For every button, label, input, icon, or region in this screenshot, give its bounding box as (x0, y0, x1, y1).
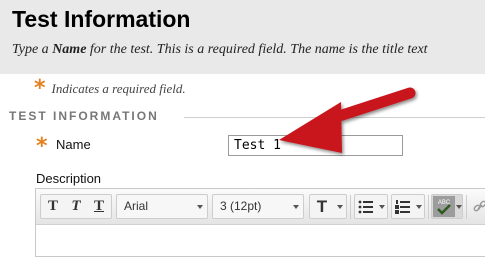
description-editor[interactable]: T T T Arial 3 (12pt) T ABC (35, 188, 485, 257)
section-divider (184, 117, 485, 118)
chevron-down-icon (379, 205, 385, 209)
bullet-list-icon (358, 200, 373, 214)
instructions-bold: Name (52, 42, 87, 57)
instructions-post: for the test. This is a required field. … (86, 42, 428, 57)
text-color-button[interactable]: T (309, 194, 347, 219)
numbered-list-icon (395, 200, 410, 214)
editor-toolbar: T T T Arial 3 (12pt) T ABC (36, 189, 485, 225)
bullet-list-button[interactable] (354, 194, 388, 219)
link-icon[interactable] (473, 200, 485, 214)
chevron-down-icon (416, 205, 422, 209)
instructions-pre: Type a (12, 42, 53, 57)
description-label: Description (36, 171, 102, 186)
text-style-group: T T T (40, 194, 112, 219)
font-family-value: Arial (124, 199, 149, 213)
toolbar-separator (350, 195, 351, 219)
underline-button[interactable]: T (88, 196, 110, 217)
chevron-down-icon (197, 205, 203, 209)
spellcheck-icon: ABC (433, 196, 455, 217)
font-size-value: 3 (12pt) (220, 199, 262, 213)
font-family-select[interactable]: Arial (116, 194, 208, 219)
chevron-down-icon (293, 205, 299, 209)
required-legend-text: Indicates a required field. (51, 81, 186, 96)
chevron-down-icon (456, 205, 462, 209)
required-star-icon: * (34, 76, 46, 101)
page-title: Test Information (12, 6, 191, 32)
numbered-list-button[interactable] (391, 194, 425, 219)
bold-button[interactable]: T (42, 196, 64, 217)
page-header: Test Information Type a Name for the tes… (0, 0, 485, 74)
name-required-star-icon: * (36, 134, 48, 159)
name-label: Name (56, 137, 91, 152)
section-heading: TEST INFORMATION (9, 109, 159, 123)
spellcheck-button[interactable]: ABC (431, 194, 463, 219)
toolbar-separator (466, 195, 467, 219)
chevron-down-icon (337, 205, 343, 209)
instructions-text: Type a Name for the test. This is a requ… (12, 42, 485, 58)
name-input[interactable] (228, 135, 403, 156)
font-size-select[interactable]: 3 (12pt) (212, 194, 304, 219)
required-legend: * Indicates a required field. (34, 76, 186, 101)
toolbar-separator (428, 195, 429, 219)
italic-button[interactable]: T (65, 196, 87, 217)
text-color-icon: T (316, 197, 328, 216)
